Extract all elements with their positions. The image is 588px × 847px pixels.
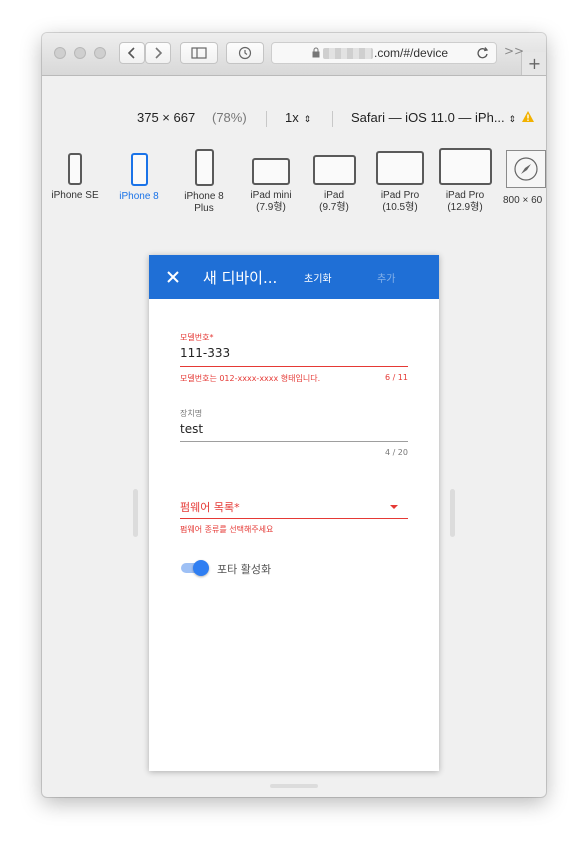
tablet-icon	[376, 151, 424, 185]
compass-icon	[506, 150, 546, 188]
model-number-error: 모델번호는 012-xxxx-xxxx 형태입니다.	[180, 374, 321, 383]
warning-icon[interactable]	[521, 110, 535, 126]
close-window-button[interactable]	[54, 47, 66, 59]
phone-icon	[68, 153, 82, 185]
new-tab-button[interactable]: +	[521, 52, 546, 75]
device-custom-800[interactable]: 800 × 60	[503, 150, 546, 207]
model-number-label: 모델번호*	[180, 333, 214, 342]
viewport-dimensions[interactable]: 375 × 667	[137, 110, 195, 125]
device-name-field[interactable]: 장치명 test 4 / 20	[180, 408, 408, 458]
phone-icon	[130, 153, 148, 186]
device-label: 800 × 60	[503, 195, 543, 206]
updown-icon: ⇕	[508, 114, 517, 124]
zoom-percent: (78%)	[212, 110, 247, 125]
pixel-ratio-select[interactable]: 1x ⇕	[285, 110, 311, 125]
device-label-line2: Plus	[194, 203, 214, 214]
zoom-window-button[interactable]	[94, 47, 106, 59]
chevron-left-icon	[127, 47, 135, 59]
device-presets: iPhone SE iPhone 8 iPhone 8 Plus iPad mi…	[42, 148, 546, 233]
reset-button[interactable]: 초기화	[304, 270, 332, 285]
resize-handle-left[interactable]	[133, 489, 138, 537]
device-ipad-pro-12-9[interactable]: iPad Pro (12.9형)	[436, 148, 494, 214]
device-label-line2: (12.9형)	[447, 202, 483, 213]
device-iphone-8-plus[interactable]: iPhone 8 Plus	[179, 149, 229, 215]
device-ipad[interactable]: iPad (9.7형)	[309, 153, 359, 214]
device-label: iPhone 8	[119, 191, 159, 202]
app-bar: 새 디바이... 초기화 추가	[149, 255, 439, 299]
forward-button[interactable]	[145, 42, 171, 64]
tablet-icon	[252, 158, 290, 185]
device-name-label: 장치명	[180, 409, 203, 418]
sidebar-icon	[191, 47, 207, 59]
device-label: iPhone 8	[184, 191, 224, 202]
blurred-domain	[323, 48, 373, 59]
device-name-input[interactable]: test	[180, 422, 203, 436]
device-label: iPad Pro	[445, 190, 485, 201]
page-title: 새 디바이...	[203, 269, 278, 287]
user-agent-value: Safari — iOS 11.0 — iPh...	[351, 110, 505, 125]
user-agent-select[interactable]: Safari — iOS 11.0 — iPh... ⇕	[351, 110, 516, 125]
device-label-line2: (10.5형)	[382, 202, 418, 213]
back-button[interactable]	[119, 42, 145, 64]
toolbar-divider	[266, 111, 267, 127]
reload-icon[interactable]	[476, 45, 490, 61]
device-label-line2: (7.9형)	[256, 202, 286, 213]
sidebar-button[interactable]	[180, 42, 218, 64]
plus-icon: +	[527, 54, 542, 73]
firmware-error: 펌웨어 종류를 선택해주세요	[180, 525, 274, 534]
lock-icon	[312, 47, 320, 58]
add-button[interactable]: 추가	[377, 270, 395, 285]
browser-toolbar: .com/#/device >> +	[42, 33, 546, 76]
portal-toggle-label: 포타 활성화	[217, 563, 272, 576]
tablet-icon	[312, 155, 356, 185]
model-number-input[interactable]: 111-333	[180, 346, 230, 360]
updown-icon: ⇕	[303, 114, 312, 124]
device-label: iPhone SE	[51, 190, 99, 201]
minimize-window-button[interactable]	[74, 47, 86, 59]
dropdown-arrow-icon[interactable]	[390, 505, 398, 509]
portal-toggle[interactable]	[179, 559, 211, 577]
toolbar-divider	[332, 111, 333, 127]
address-bar[interactable]: .com/#/device	[271, 42, 497, 64]
device-name-counter: 4 / 20	[384, 448, 408, 457]
chevron-right-icon	[155, 47, 163, 59]
firmware-select-label: 펌웨어 목록*	[180, 501, 240, 514]
device-name-underline	[180, 441, 408, 442]
close-icon[interactable]	[163, 267, 183, 287]
device-ipad-pro-10-5[interactable]: iPad Pro (10.5형)	[372, 151, 428, 214]
model-number-underline	[180, 366, 408, 367]
firmware-select[interactable]: 펌웨어 목록* 펌웨어 종류를 선택해주세요	[180, 499, 408, 539]
tablet-icon	[438, 148, 492, 185]
model-number-counter: 6 / 11	[384, 373, 408, 382]
clock-icon	[238, 46, 252, 60]
device-label: iPad Pro	[380, 190, 420, 201]
device-label-line2: (9.7형)	[319, 202, 349, 213]
pixel-ratio-value: 1x	[285, 110, 299, 125]
safari-window: .com/#/device >> + 375 × 667 (78%) 1x ⇕ S…	[42, 33, 546, 797]
resize-handle-right[interactable]	[450, 489, 455, 537]
history-button[interactable]	[226, 42, 264, 64]
device-iphone-8[interactable]: iPhone 8	[114, 153, 164, 203]
phone-icon	[194, 149, 214, 186]
address-url: .com/#/device	[374, 46, 449, 60]
device-viewport: 새 디바이... 초기화 추가 모델번호* 111-333 모델번호는 012-…	[149, 255, 439, 771]
device-label: iPad mini	[250, 190, 292, 201]
model-number-field[interactable]: 모델번호* 111-333 모델번호는 012-xxxx-xxxx 형태입니다.…	[180, 332, 408, 383]
device-ipad-mini[interactable]: iPad mini (7.9형)	[244, 153, 298, 214]
firmware-underline	[180, 518, 408, 519]
resize-handle-bottom[interactable]	[270, 784, 318, 788]
toggle-thumb	[193, 560, 209, 576]
device-label: iPad	[323, 190, 344, 201]
responsive-design-toolbar: 375 × 667 (78%) 1x ⇕ Safari — iOS 11.0 — …	[42, 110, 546, 128]
device-iphone-se[interactable]: iPhone SE	[50, 153, 100, 202]
